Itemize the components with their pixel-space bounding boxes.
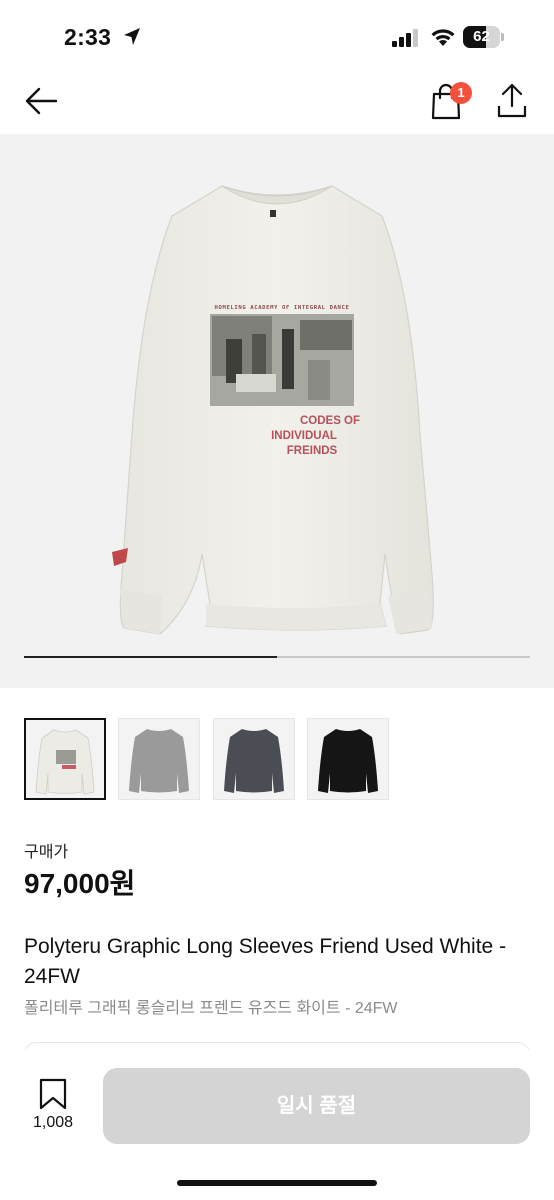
- status-time: 2:33: [64, 24, 112, 50]
- thumbnail-charcoal-shirt: [224, 729, 284, 793]
- cart-count-badge: 1: [450, 82, 472, 104]
- home-indicator: [177, 1180, 377, 1186]
- battery-indicator: 62: [463, 26, 504, 48]
- thumbnail-black[interactable]: [307, 718, 389, 800]
- wishlist-button[interactable]: 1,008: [24, 1078, 82, 1138]
- thumbnail-black-shirt: [318, 729, 378, 793]
- product-image-gallery[interactable]: HOMELING ACADEMY OF INTEGRAL DANCE CODES…: [0, 134, 554, 688]
- gallery-progress-fill: [24, 656, 277, 658]
- thumbnail-white-shirt: [35, 729, 95, 795]
- thumbnail-charcoal[interactable]: [213, 718, 295, 800]
- battery-percent: 62: [473, 28, 490, 45]
- wifi-icon: [431, 29, 455, 46]
- print-header: HOMELING ACADEMY OF INTEGRAL DANCE: [215, 305, 350, 311]
- print-line-1: CODES OF: [300, 415, 360, 427]
- cart-button[interactable]: 1: [428, 80, 474, 120]
- location-arrow-icon: [124, 28, 140, 45]
- product-title-korean: 폴리테루 그래픽 롱슬리브 프렌드 유즈드 화이트 - 24FW: [24, 1000, 398, 1017]
- print-line-3: FREINDS: [287, 445, 338, 457]
- price-label: 구매가: [24, 844, 69, 861]
- sold-out-button[interactable]: 일시 품절: [103, 1068, 530, 1144]
- back-arrow-icon[interactable]: [22, 84, 62, 118]
- bottom-action-bar: 1,008 일시 품절: [0, 1050, 554, 1200]
- thumbnail-gray[interactable]: [118, 718, 200, 800]
- status-bar: 2:33 62: [0, 0, 554, 70]
- share-icon[interactable]: [494, 82, 530, 120]
- bookmark-icon: [39, 1078, 67, 1110]
- print-line-2: INDIVIDUAL: [271, 430, 337, 442]
- wishlist-count: 1,008: [32, 1114, 74, 1131]
- thumbnail-gray-shirt: [129, 729, 189, 793]
- cellular-signal-icon: [392, 29, 418, 47]
- shirt-print-text: HOMELING ACADEMY OF INTEGRAL DANCE CODES…: [215, 305, 360, 457]
- product-title: Polyteru Graphic Long Sleeves Friend Use…: [24, 935, 507, 988]
- top-nav: 1: [0, 70, 554, 134]
- thumbnail-white[interactable]: [24, 718, 106, 800]
- gallery-progress-track: [24, 656, 530, 658]
- price-value: 97,000원: [24, 868, 136, 899]
